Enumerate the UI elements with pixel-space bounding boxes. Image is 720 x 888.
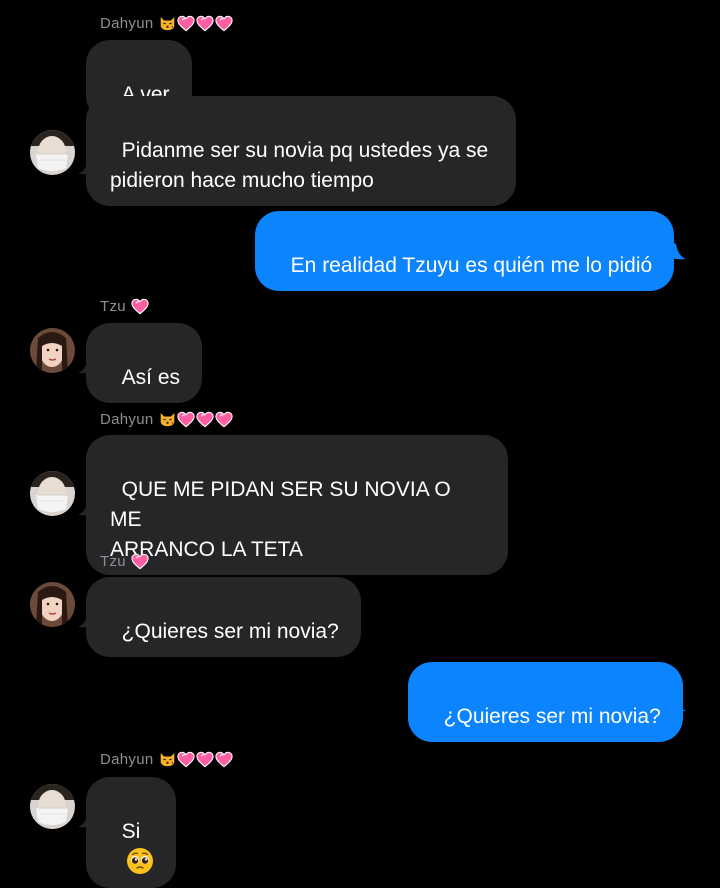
message-text: En realidad Tzuyu es quién me lo pidió: [290, 254, 653, 277]
avatar-image: [30, 471, 75, 516]
pink-heart-icon: [131, 298, 149, 315]
pink-heart-icon: [177, 411, 195, 428]
sender-name: Dahyun: [100, 409, 233, 429]
message-bubble[interactable]: ¿Quieres ser mi novia?: [408, 662, 683, 742]
message-text: Así es: [121, 366, 181, 389]
sender-emoji-badge: [159, 751, 233, 768]
pink-heart-icon: [177, 15, 195, 32]
pink-heart-icon: [196, 751, 214, 768]
sender-name-label: Dahyun: [100, 410, 154, 428]
sender-emoji-badge: [159, 15, 233, 32]
pink-heart-icon: [215, 411, 233, 428]
sender-emoji-badge: [159, 411, 233, 428]
pink-heart-icon: [215, 751, 233, 768]
sender-name: Dahyun: [100, 13, 233, 33]
avatar-image: [30, 582, 75, 627]
message-text: Si: [121, 820, 141, 843]
sender-name-label: Dahyun: [100, 750, 154, 768]
message-text: QUE ME PIDAN SER SU NOVIA O ME ARRANCO L…: [110, 478, 451, 561]
avatar[interactable]: [30, 328, 75, 373]
pink-heart-icon: [215, 15, 233, 32]
sender-emoji-badge: [131, 553, 149, 570]
sender-emoji-badge: [131, 298, 149, 315]
kissing-cat-icon: [159, 751, 176, 767]
kissing-cat-icon: [159, 411, 176, 427]
sender-name: Dahyun: [100, 749, 233, 769]
message-bubble[interactable]: ¿Quieres ser mi novia?: [86, 577, 361, 657]
sender-name-label: Tzu: [100, 297, 126, 315]
avatar-image: [30, 130, 75, 175]
message-bubble[interactable]: Así es: [86, 323, 203, 403]
message-text: ¿Quieres ser mi novia?: [443, 705, 661, 728]
message-text: Pidanme ser su novia pq ustedes ya se pi…: [110, 139, 489, 192]
avatar[interactable]: [30, 784, 75, 829]
kissing-cat-icon: [159, 15, 176, 31]
message-bubble[interactable]: Si: [86, 777, 176, 888]
pink-heart-icon: [177, 751, 195, 768]
avatar[interactable]: [30, 582, 75, 627]
sender-name: Tzu: [100, 551, 149, 571]
avatar[interactable]: [30, 471, 75, 516]
message-bubble[interactable]: QUE ME PIDAN SER SU NOVIA O ME ARRANCO L…: [86, 435, 508, 575]
pink-heart-icon: [196, 15, 214, 32]
pink-heart-icon: [196, 411, 214, 428]
sender-name-label: Dahyun: [100, 14, 154, 32]
avatar-image: [30, 328, 75, 373]
message-bubble[interactable]: Pidanme ser su novia pq ustedes ya se pi…: [86, 96, 516, 206]
pink-heart-icon: [131, 553, 149, 570]
sender-name: Tzu: [100, 296, 149, 316]
avatar[interactable]: [30, 130, 75, 175]
pleading-face-icon: [126, 848, 153, 874]
message-text: ¿Quieres ser mi novia?: [121, 620, 339, 643]
message-bubble[interactable]: En realidad Tzuyu es quién me lo pidió: [255, 211, 675, 291]
sender-name-label: Tzu: [100, 552, 126, 570]
avatar-image: [30, 784, 75, 829]
